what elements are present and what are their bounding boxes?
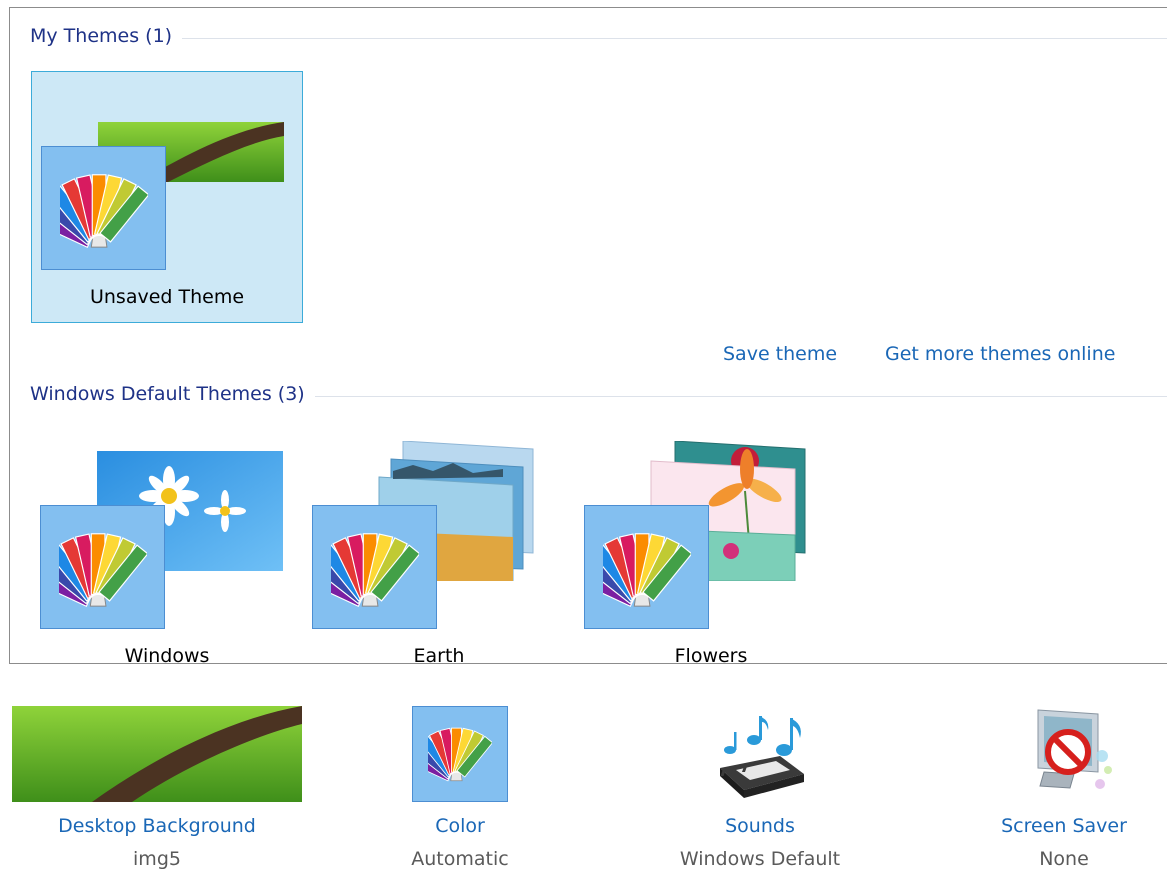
my-themes-header: My Themes (1)	[30, 25, 1167, 51]
sounds-item[interactable]: Sounds Windows Default	[655, 706, 865, 870]
screen-saver-item[interactable]: Screen Saver None	[975, 706, 1153, 870]
color-tile	[41, 146, 166, 270]
desktop-background-thumbnail	[12, 706, 302, 802]
get-more-themes-link[interactable]: Get more themes online	[885, 343, 1115, 365]
color-tile	[584, 505, 709, 629]
color-item[interactable]: Color Automatic	[365, 706, 555, 870]
desktop-background-item[interactable]: Desktop Background img5	[12, 706, 302, 870]
music-keyboard-icon	[720, 716, 804, 798]
color-value: Automatic	[411, 848, 509, 870]
themes-panel: My Themes (1) Unsaved Theme Save theme G…	[9, 7, 1167, 664]
theme-label: Earth	[413, 645, 465, 664]
default-themes-title: Windows Default Themes (3)	[30, 383, 315, 405]
color-palette-icon	[60, 165, 148, 253]
color-palette-icon	[603, 524, 691, 612]
theme-tile-earth[interactable]: Earth	[303, 431, 575, 664]
color-palette-icon	[428, 721, 492, 785]
theme-label: Unsaved Theme	[89, 286, 245, 308]
sounds-value: Windows Default	[679, 848, 841, 870]
save-theme-link[interactable]: Save theme	[723, 343, 837, 365]
screen-saver-value: None	[1039, 848, 1089, 870]
screen-saver-link[interactable]: Screen Saver	[975, 815, 1153, 837]
theme-label: Flowers	[674, 645, 748, 664]
desktop-background-link[interactable]: Desktop Background	[12, 815, 302, 837]
theme-tile-unsaved[interactable]: Unsaved Theme	[31, 71, 303, 323]
sounds-link[interactable]: Sounds	[655, 815, 865, 837]
color-tile	[40, 505, 165, 629]
theme-label: Windows	[124, 645, 210, 664]
desktop-background-value: img5	[133, 848, 181, 870]
color-link[interactable]: Color	[365, 815, 555, 837]
color-tile	[312, 505, 437, 629]
default-themes-header: Windows Default Themes (3)	[30, 383, 1167, 409]
theme-tile-flowers[interactable]: Flowers	[575, 431, 847, 664]
theme-tile-windows[interactable]: Windows	[31, 431, 303, 664]
my-themes-title: My Themes (1)	[30, 25, 183, 47]
color-palette-icon	[59, 524, 147, 612]
screen-saver-icon	[1037, 709, 1112, 789]
color-tile	[412, 706, 508, 802]
color-palette-icon	[331, 524, 419, 612]
group-divider	[30, 38, 1167, 39]
